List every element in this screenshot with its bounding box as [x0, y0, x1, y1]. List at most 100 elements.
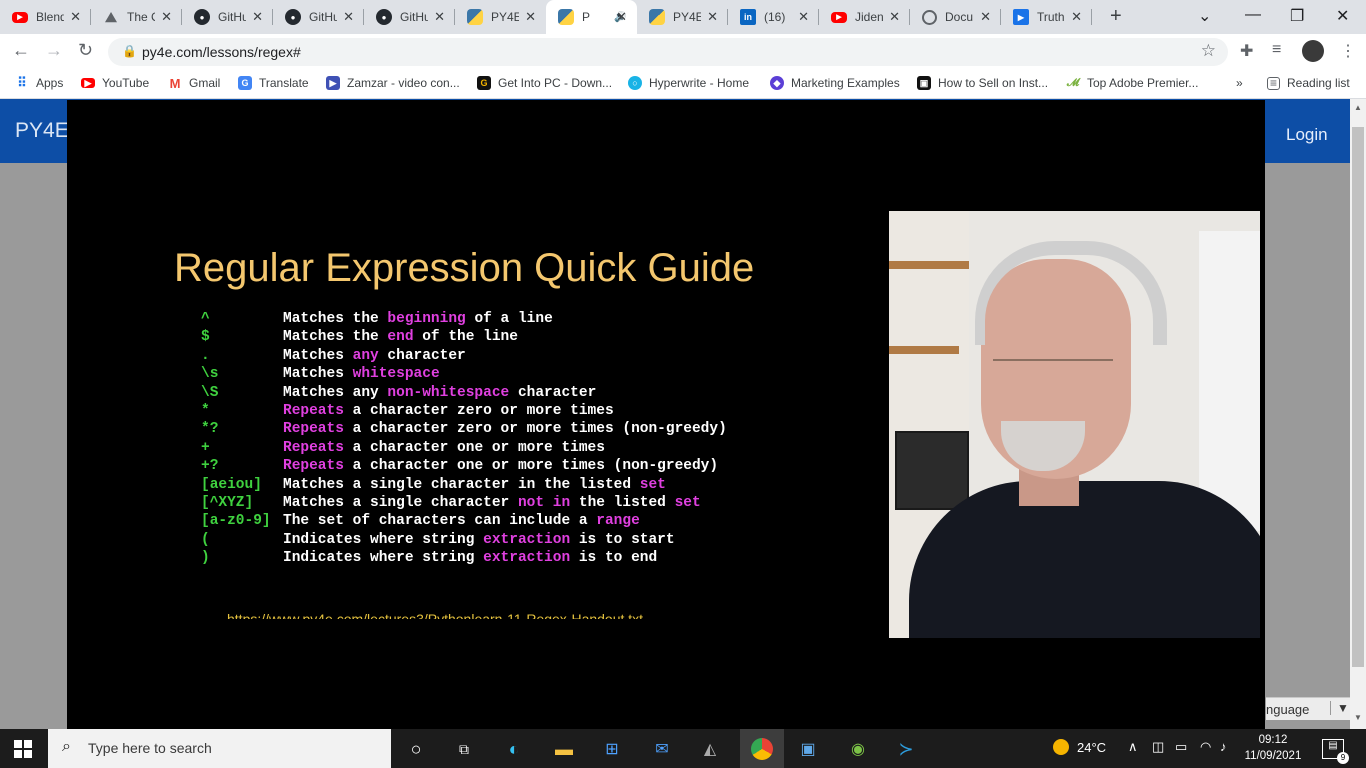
- tab-title: Jiden: [855, 10, 883, 24]
- description-text: Matches the: [283, 311, 388, 327]
- chrome-icon: [751, 737, 773, 760]
- back-icon[interactable]: ←: [12, 40, 30, 61]
- bookmark-marketing-examples[interactable]: ◆ Marketing Examples: [770, 76, 900, 90]
- reload-icon[interactable]: ↻: [78, 40, 93, 61]
- bookmark-getintopc[interactable]: G Get Into PC - Down...: [477, 76, 612, 90]
- close-tab-icon[interactable]: ✕: [161, 9, 172, 25]
- page-scrollbar[interactable]: ▲ ▼: [1350, 99, 1366, 729]
- bookmark-youtube[interactable]: ▶ YouTube: [81, 76, 149, 90]
- python-icon: [649, 9, 665, 25]
- language-select[interactable]: nguage ▼: [1266, 697, 1350, 720]
- taskbar-search[interactable]: ⌕ Type here to search: [48, 729, 391, 768]
- bookmark-sell-instagram[interactable]: ▣ How to Sell on Inst...: [917, 76, 1048, 90]
- bookmark-zamzar[interactable]: ▶ Zamzar - video con...: [326, 76, 460, 90]
- browser-tab[interactable]: ▶ Jiden ✕: [819, 0, 910, 34]
- browser-tab[interactable]: Docu ✕: [910, 0, 1001, 34]
- browser-tab[interactable]: ● GitHu ✕: [273, 0, 364, 34]
- youtube-icon: ▶: [81, 78, 95, 88]
- windows-logo-icon: [14, 740, 22, 748]
- close-tab-icon[interactable]: ✕: [525, 9, 536, 25]
- site-brand[interactable]: PY4E: [15, 119, 69, 143]
- bookmark-gmail[interactable]: M Gmail: [168, 76, 221, 91]
- new-tab-button[interactable]: +: [1110, 5, 1122, 28]
- close-tab-icon[interactable]: ✕: [889, 9, 900, 25]
- close-tab-icon[interactable]: ✕: [980, 9, 991, 25]
- browser-tab[interactable]: PY4E ✕: [637, 0, 728, 34]
- tray-chevron-icon[interactable]: ∧: [1128, 739, 1138, 755]
- close-tab-icon[interactable]: ✕: [70, 9, 81, 25]
- browser-tab[interactable]: ▶ Truth ✕: [1001, 0, 1092, 34]
- close-tab-icon[interactable]: ✕: [1071, 9, 1082, 25]
- bookmark-hyperwrite[interactable]: ○ Hyperwrite - Home: [628, 76, 749, 90]
- cortana-icon[interactable]: ○: [404, 737, 428, 761]
- scroll-down-icon[interactable]: ▼: [1354, 713, 1362, 722]
- maximize-button[interactable]: ❐: [1290, 6, 1304, 26]
- task-view-icon[interactable]: ⧉: [452, 737, 476, 761]
- weather-widget[interactable]: 24°C: [1053, 739, 1106, 755]
- close-tab-icon[interactable]: ✕: [616, 9, 627, 25]
- close-tab-icon[interactable]: ✕: [252, 9, 263, 25]
- slide-title: Regular Expression Quick Guide: [174, 246, 755, 290]
- bookmark-translate[interactable]: G Translate: [238, 76, 309, 90]
- extensions-icon[interactable]: ✚: [1240, 41, 1253, 61]
- file-explorer-icon[interactable]: ▬: [552, 737, 576, 761]
- bookmark-star-icon[interactable]: ☆: [1201, 41, 1216, 61]
- battery-icon[interactable]: ▭: [1175, 739, 1187, 755]
- minimize-button[interactable]: —: [1245, 6, 1261, 24]
- close-tab-icon[interactable]: ✕: [343, 9, 354, 25]
- browser-tab[interactable]: PY4E ✕: [455, 0, 546, 34]
- media-control-icon[interactable]: ≡: [1272, 41, 1281, 59]
- bookmarks-bar: ⠿ Apps ▶ YouTube M Gmail G Translate ▶ Z…: [0, 70, 1366, 99]
- close-tab-icon[interactable]: ✕: [707, 9, 718, 25]
- more-bookmarks-button[interactable]: »: [1236, 76, 1243, 90]
- system-clock[interactable]: 09:12 11/09/2021: [1243, 732, 1303, 764]
- browser-tab[interactable]: ▶ Blend ✕: [0, 0, 91, 34]
- login-link[interactable]: Login: [1286, 125, 1328, 145]
- store-icon[interactable]: ⊞: [600, 737, 624, 761]
- sun-icon: [1053, 739, 1069, 755]
- bookmark-apps[interactable]: ⠿ Apps: [15, 75, 63, 90]
- notification-center-icon[interactable]: ▤ 9: [1322, 739, 1349, 764]
- description-text: Matches a single character: [283, 494, 518, 511]
- inkscape-icon[interactable]: ◭: [698, 737, 722, 761]
- browser-tab[interactable]: ● GitHu ✕: [182, 0, 273, 34]
- bookmark-adobe-premier[interactable]: 𝓜 Top Adobe Premier...: [1066, 76, 1199, 90]
- address-bar[interactable]: 🔒 py4e.com/lessons/regex# ☆: [108, 38, 1228, 66]
- close-tab-icon[interactable]: ✕: [434, 9, 445, 25]
- url-text[interactable]: py4e.com/lessons/regex#: [142, 44, 301, 60]
- mail-icon[interactable]: ✉: [650, 737, 674, 761]
- highlighted-term: range: [596, 513, 640, 530]
- meet-now-icon[interactable]: ◫: [1152, 739, 1164, 755]
- regex-description: Repeats a character one or more times (n…: [283, 458, 718, 474]
- tab-search-icon[interactable]: ⌄: [1198, 6, 1211, 26]
- highlighted-term: Repeats: [283, 402, 344, 419]
- remote-desktop-icon[interactable]: ▣: [796, 737, 820, 761]
- chrome-taskbar-icon[interactable]: [740, 729, 784, 768]
- browser-tab[interactable]: ● GitHu ✕: [364, 0, 455, 34]
- scroll-up-icon[interactable]: ▲: [1354, 103, 1362, 112]
- volume-icon[interactable]: ♪: [1220, 739, 1227, 754]
- github-icon: ●: [376, 9, 392, 25]
- close-tab-icon[interactable]: ✕: [798, 9, 809, 25]
- edge-icon[interactable]: ◐: [502, 737, 526, 761]
- browser-tab[interactable]: P 🔊 ✕: [546, 0, 637, 34]
- browser-tab[interactable]: in (16) ✕: [728, 0, 819, 34]
- tab-title: GitHu: [309, 10, 337, 24]
- forward-icon[interactable]: →: [45, 40, 63, 61]
- start-button[interactable]: [14, 740, 32, 758]
- reading-list-button[interactable]: ≡ Reading list: [1267, 76, 1350, 90]
- tab-title: P: [582, 10, 591, 24]
- lock-icon[interactable]: 🔒: [122, 44, 137, 58]
- highlighted-term: extraction: [483, 550, 571, 567]
- browser-tab[interactable]: ⛰ The C ✕: [91, 0, 182, 34]
- download-manager-icon[interactable]: ◉: [846, 737, 870, 761]
- menu-icon[interactable]: ⋮: [1340, 41, 1356, 61]
- scrollbar-thumb[interactable]: [1352, 127, 1364, 667]
- close-window-button[interactable]: ✕: [1336, 6, 1349, 26]
- profile-avatar[interactable]: [1302, 40, 1324, 62]
- slide-url: https://www.py4e.com/lectures3/Pythonlea…: [227, 611, 644, 619]
- vscode-icon[interactable]: ≻: [894, 737, 918, 761]
- lecture-video[interactable]: Regular Expression Quick Guide ^ Matches …: [67, 100, 1265, 729]
- wifi-icon[interactable]: ◠: [1200, 739, 1211, 755]
- highlighted-term: set: [674, 494, 701, 511]
